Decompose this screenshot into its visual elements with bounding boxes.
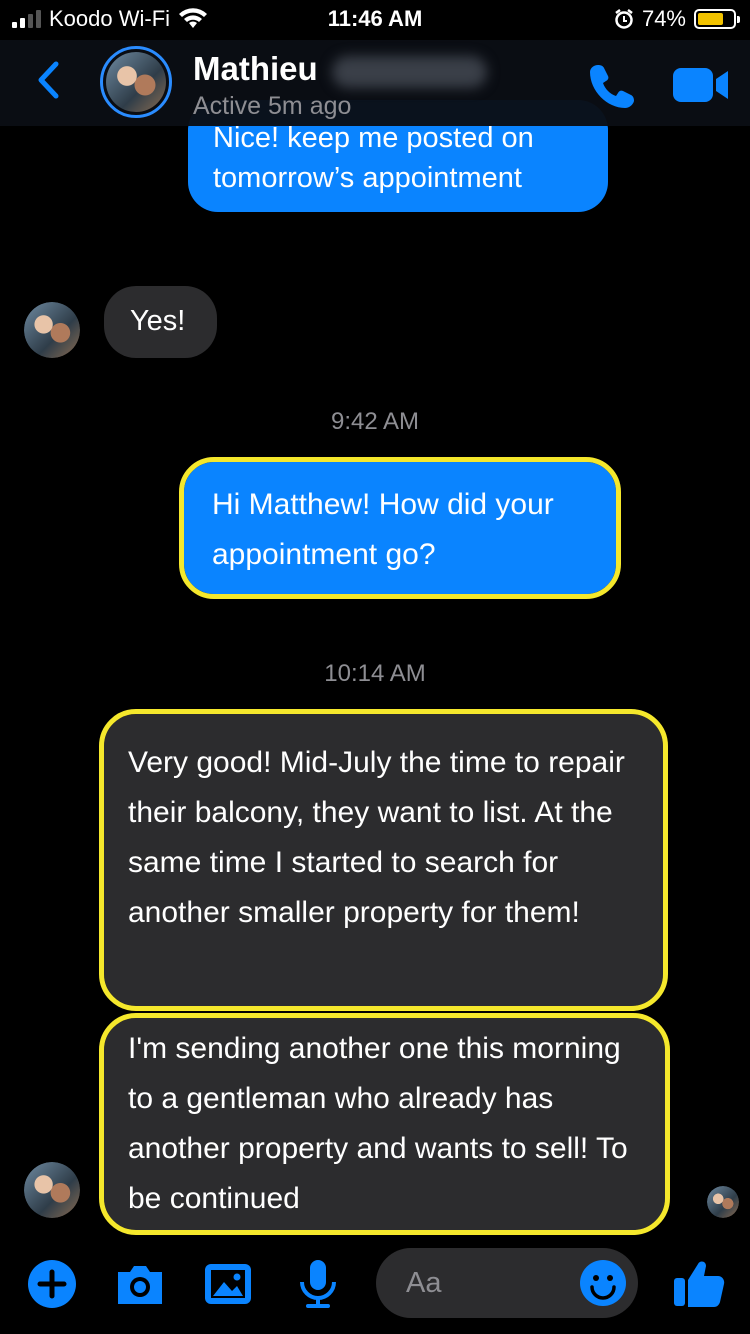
timestamp: 10:14 AM [324, 660, 426, 687]
microphone-icon[interactable] [292, 1258, 344, 1310]
message-text: Hi Matthew! How did your appointment go? [212, 488, 554, 571]
battery-icon [694, 9, 740, 29]
message-text: Very good! Mid-July the time to repair t… [128, 746, 625, 929]
emoji-icon[interactable] [578, 1258, 628, 1308]
image-icon[interactable] [202, 1258, 254, 1310]
active-status: Active 5m ago [193, 92, 352, 120]
incoming-message-bubble[interactable]: I'm sending another one this morning to … [99, 1013, 670, 1235]
status-right: 74% [614, 6, 740, 32]
incoming-message-bubble[interactable]: Very good! Mid-July the time to repair t… [99, 709, 668, 1011]
message-text: I'm sending another one this morning to … [128, 1032, 628, 1215]
chat-header: Mathieu Active 5m ago [0, 40, 750, 126]
message-text: Nice! keep me posted on tomorrow’s appoi… [213, 122, 534, 194]
alarm-icon [615, 9, 633, 29]
incoming-message-bubble[interactable]: Yes! [104, 286, 217, 358]
video-camera-icon[interactable] [672, 64, 730, 106]
sender-avatar[interactable] [24, 1162, 80, 1218]
chevron-left-icon[interactable] [34, 60, 64, 100]
battery-percent: 74% [641, 6, 686, 31]
camera-icon[interactable] [114, 1258, 166, 1310]
phone-icon[interactable] [588, 60, 638, 110]
timestamp: 9:42 AM [330, 408, 420, 435]
plus-icon[interactable] [26, 1258, 78, 1310]
status-bar: Koodo Wi-Fi 11:46 AM 74% [0, 0, 750, 40]
sender-avatar[interactable] [24, 302, 80, 358]
outgoing-message-bubble[interactable]: Hi Matthew! How did your appointment go? [179, 457, 621, 599]
read-receipt-avatar [707, 1186, 739, 1218]
blurred-surname [332, 56, 487, 88]
message-composer [0, 1240, 750, 1334]
contact-avatar[interactable] [100, 46, 172, 118]
thumbs-up-icon[interactable] [672, 1254, 728, 1310]
contact-name[interactable]: Mathieu [193, 50, 318, 88]
message-text: Yes! [130, 305, 186, 337]
